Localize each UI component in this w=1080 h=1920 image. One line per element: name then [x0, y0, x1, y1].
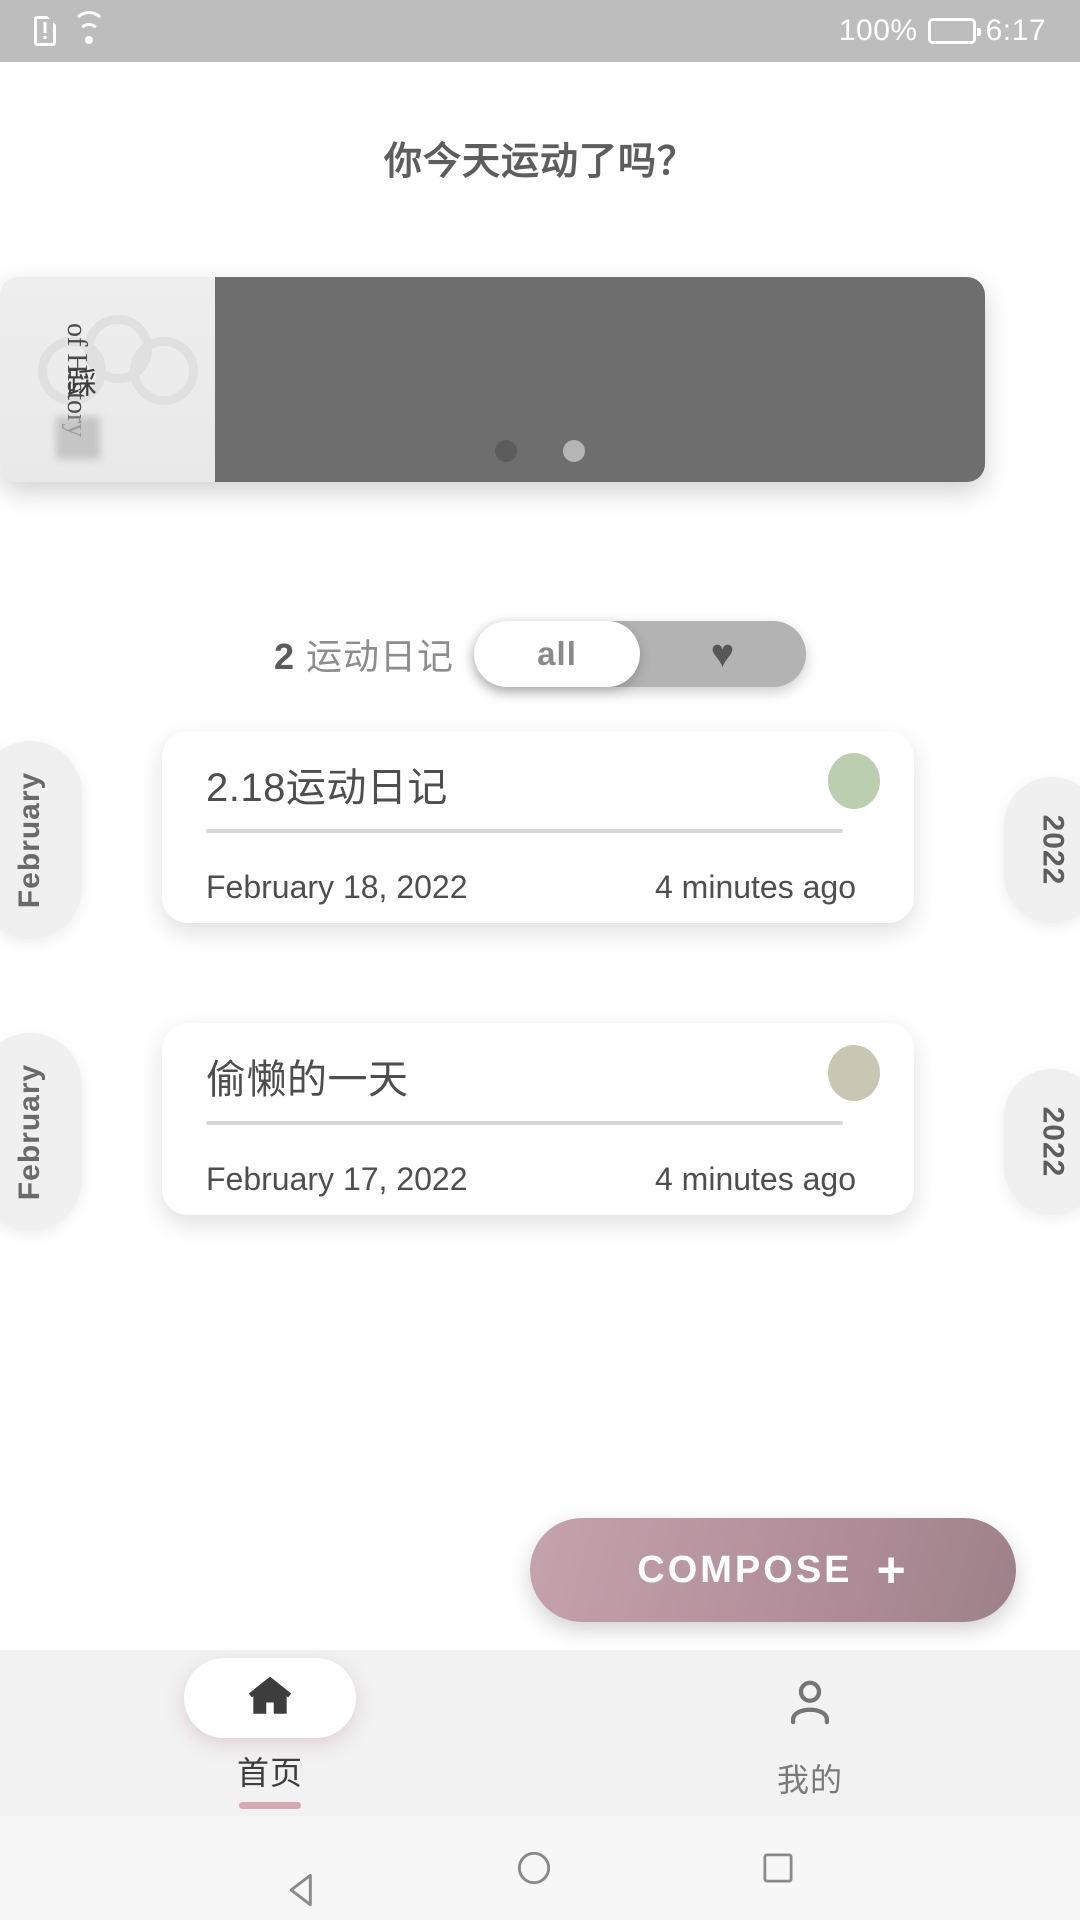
- plus-icon: +: [876, 1542, 909, 1598]
- wifi-icon: [72, 11, 106, 45]
- tab-home[interactable]: 首页: [0, 1650, 540, 1816]
- entry-year-pill-1: 2022: [1004, 777, 1080, 923]
- tab-home-pill[interactable]: [184, 1657, 356, 1738]
- compose-button[interactable]: COMPOSE +: [530, 1518, 1016, 1622]
- tab-profile-iconbox[interactable]: [724, 1665, 896, 1745]
- entry-meta: February 18, 2022 4 minutes ago: [206, 869, 870, 906]
- entry-month-pill-1: February: [0, 741, 82, 939]
- list-header: 2 运动日记 all ♥: [0, 621, 1080, 687]
- entry-date: February 17, 2022: [206, 1161, 468, 1197]
- entry-list: February 2022 2.18运动日记 February 18, 2022…: [0, 731, 1080, 1241]
- list-item[interactable]: February 2022 偷懒的一天 February 17, 2022 4 …: [0, 1023, 1080, 1241]
- circle-home-icon[interactable]: [512, 1846, 556, 1890]
- status-bar-right: 100% 6:17: [839, 14, 1046, 48]
- entry-count-label: 2 运动日记: [274, 628, 454, 680]
- battery-percent-label: 100%: [838, 14, 918, 47]
- entry-date: February 18, 2022: [206, 869, 468, 905]
- android-nav-bar: [0, 1816, 1080, 1920]
- entry-month-label: February: [13, 1063, 47, 1201]
- status-bar-left: [34, 11, 106, 46]
- entry-divider: [206, 1121, 844, 1125]
- square-recents-icon[interactable]: [757, 1847, 799, 1889]
- person-icon: [783, 1675, 837, 1736]
- entry-count-suffix: 运动日记: [306, 636, 455, 677]
- entry-year-label: 2022: [1036, 814, 1069, 886]
- entry-divider: [206, 829, 844, 833]
- home-icon: [243, 1670, 297, 1725]
- entry-relative-time: 4 minutes ago: [654, 1161, 856, 1197]
- entry-meta: February 17, 2022 4 minutes ago: [206, 1161, 870, 1198]
- filter-toggle[interactable]: all ♥: [474, 621, 807, 687]
- carousel-dot-1[interactable]: [495, 440, 517, 462]
- entry-card[interactable]: 2.18运动日记 February 18, 2022 4 minutes ago: [162, 731, 914, 923]
- battery-full-icon: [927, 18, 981, 44]
- filter-option-all[interactable]: all: [474, 621, 641, 687]
- tab-profile[interactable]: 我的: [540, 1650, 1080, 1816]
- carousel-thumb-cn-text: 踩: [62, 367, 95, 397]
- entry-month-label: February: [13, 771, 47, 909]
- carousel-dots[interactable]: [0, 440, 1080, 462]
- carousel-dot-2[interactable]: [563, 440, 585, 462]
- status-bar: 100% 6:17: [0, 0, 1080, 62]
- entry-mood-dot[interactable]: [828, 753, 880, 809]
- entry-title: 2.18运动日记: [206, 766, 448, 810]
- entry-month-pill-2: February: [0, 1033, 82, 1231]
- filter-option-favorites[interactable]: ♥: [640, 621, 806, 687]
- compose-button-label: COMPOSE: [637, 1548, 853, 1591]
- bottom-tab-bar: 首页 我的: [0, 1650, 1080, 1816]
- list-item[interactable]: February 2022 2.18运动日记 February 18, 2022…: [0, 731, 1080, 949]
- entry-title: 偷懒的一天: [206, 1058, 409, 1102]
- page-title: 你今天运动了吗？: [383, 141, 696, 183]
- tab-home-label: 首页: [236, 1754, 303, 1791]
- entry-mood-dot[interactable]: [828, 1045, 880, 1101]
- clock-label: 6:17: [985, 14, 1046, 47]
- entry-year-label: 2022: [1036, 1106, 1069, 1178]
- entry-count-number: 2: [273, 636, 295, 677]
- tab-active-indicator: [239, 1801, 301, 1809]
- entry-card[interactable]: 偷懒的一天 February 17, 2022 4 minutes ago: [162, 1023, 914, 1215]
- sim-alert-icon: [34, 16, 56, 46]
- heart-icon: ♥: [710, 632, 736, 676]
- entry-year-pill-2: 2022: [1004, 1069, 1080, 1215]
- entry-relative-time: 4 minutes ago: [654, 869, 856, 905]
- compose-button-area: COMPOSE +: [0, 1518, 1080, 1622]
- triangle-back-icon[interactable]: [281, 1845, 312, 1907]
- tab-profile-label: 我的: [776, 1762, 843, 1798]
